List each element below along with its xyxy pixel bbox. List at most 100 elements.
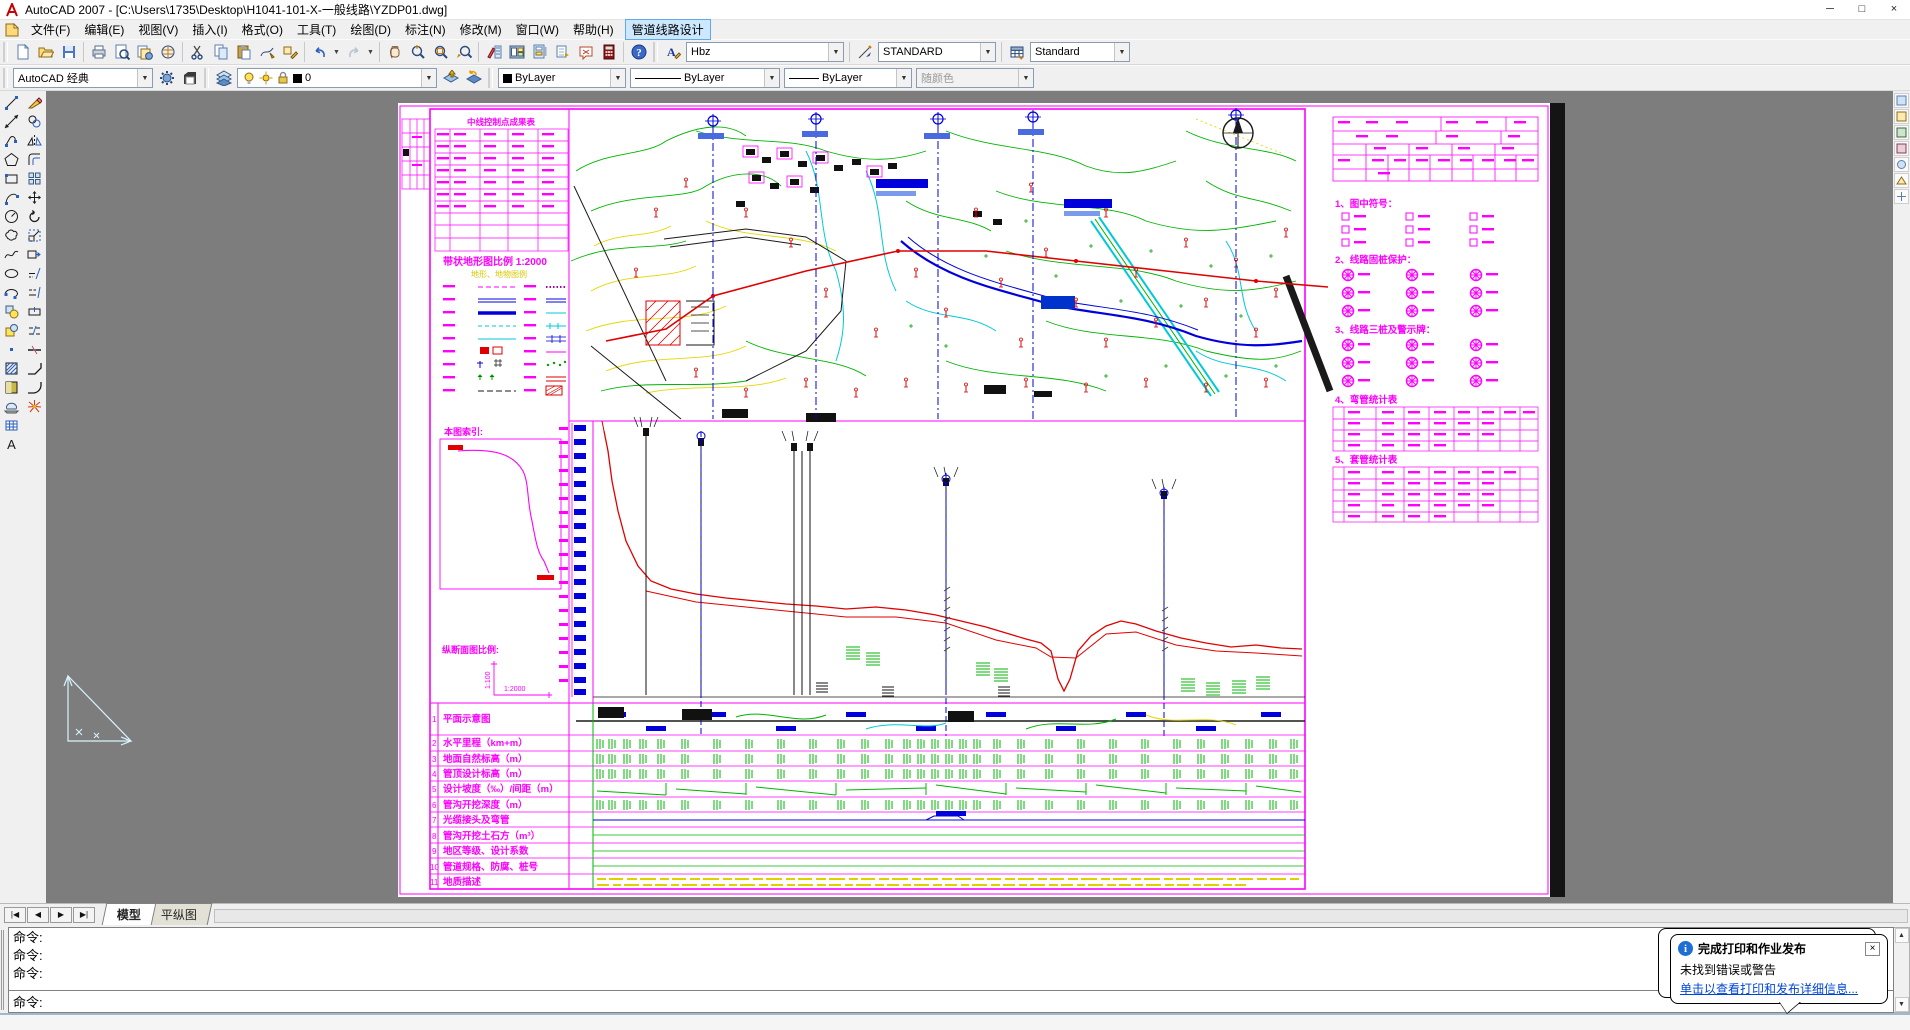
toolbar-grip[interactable] xyxy=(3,42,8,62)
combo-arrow-icon[interactable]: ▼ xyxy=(896,69,911,87)
workspace-settings-button[interactable] xyxy=(155,67,178,90)
make-block-button[interactable] xyxy=(1,321,22,340)
chamfer-button[interactable] xyxy=(24,359,45,378)
match-properties-button[interactable] xyxy=(255,41,278,64)
circle-button[interactable] xyxy=(1,207,22,226)
plot-button[interactable] xyxy=(87,41,110,64)
table-button[interactable] xyxy=(1,416,22,435)
help-button[interactable]: ? xyxy=(627,41,650,64)
color-combo[interactable]: ByLayer ▼ xyxy=(498,68,626,88)
minimize-button[interactable]: ─ xyxy=(1814,0,1846,19)
text-style-button[interactable]: A xyxy=(661,41,684,64)
open-button[interactable] xyxy=(34,41,57,64)
fillet-button[interactable] xyxy=(24,378,45,397)
menu-insert[interactable]: 插入(I) xyxy=(185,19,234,40)
toolbar-grip[interactable] xyxy=(488,68,493,88)
spline-button[interactable] xyxy=(1,245,22,264)
make-object-layer-current-button[interactable] xyxy=(439,67,462,90)
layer-on-bulb-icon[interactable] xyxy=(242,71,256,85)
erase-button[interactable] xyxy=(24,93,45,112)
combo-arrow-icon[interactable]: ▼ xyxy=(980,43,995,61)
horizontal-scrollbar[interactable] xyxy=(214,909,1908,923)
tab-last-button[interactable]: ▶| xyxy=(73,907,95,923)
dock-button-4[interactable] xyxy=(1894,141,1909,156)
sheet-set-manager-button[interactable] xyxy=(551,41,574,64)
offset-button[interactable] xyxy=(24,150,45,169)
toolbar-grip[interactable] xyxy=(3,68,8,88)
paste-button[interactable] xyxy=(232,41,255,64)
save-workspace-button[interactable] xyxy=(178,67,201,90)
copy-button[interactable] xyxy=(24,112,45,131)
properties-button[interactable] xyxy=(482,41,505,64)
command-window-grip[interactable] xyxy=(1,930,7,1010)
scroll-down-icon[interactable]: ▼ xyxy=(1895,997,1909,1012)
command-history[interactable]: 命令: 命令: 命令: xyxy=(9,928,1893,991)
gradient-button[interactable] xyxy=(1,378,22,397)
menu-modify[interactable]: 修改(M) xyxy=(453,19,509,40)
menu-edit[interactable]: 编辑(E) xyxy=(77,19,131,40)
dock-button-6[interactable] xyxy=(1894,173,1909,188)
line-button[interactable] xyxy=(1,93,22,112)
layer-freeze-sun-icon[interactable] xyxy=(259,71,273,85)
undo-button[interactable] xyxy=(308,41,331,64)
tab-first-button[interactable]: |◀ xyxy=(4,907,26,923)
rectangle-button[interactable] xyxy=(1,169,22,188)
ellipse-button[interactable] xyxy=(1,264,22,283)
combo-arrow-icon[interactable]: ▼ xyxy=(610,69,625,87)
linetype-combo[interactable]: ByLayer ▼ xyxy=(630,68,780,88)
notification-details-link[interactable]: 单击以查看打印和发布详细信息... xyxy=(1680,980,1880,997)
combo-arrow-icon[interactable]: ▼ xyxy=(421,69,436,87)
explode-button[interactable] xyxy=(24,397,45,416)
command-input[interactable]: 命令: xyxy=(9,991,1893,1012)
menu-tools[interactable]: 工具(T) xyxy=(290,19,343,40)
designcenter-button[interactable] xyxy=(505,41,528,64)
layer-properties-button[interactable] xyxy=(212,67,235,90)
combo-arrow-icon[interactable]: ▼ xyxy=(137,69,152,87)
block-editor-button[interactable] xyxy=(278,41,301,64)
dim-style-button[interactable] xyxy=(853,41,876,64)
dock-button-2[interactable] xyxy=(1894,109,1909,124)
dock-button-3[interactable] xyxy=(1894,125,1909,140)
move-button[interactable] xyxy=(24,188,45,207)
table-style-combo[interactable]: Standard ▼ xyxy=(1030,42,1130,62)
mtext-button[interactable]: A xyxy=(1,435,22,454)
menu-view[interactable]: 视图(V) xyxy=(131,19,185,40)
zoom-previous-button[interactable] xyxy=(452,41,475,64)
toolbar-grip[interactable] xyxy=(204,68,209,88)
arc-button[interactable] xyxy=(1,188,22,207)
layer-combo[interactable]: 0 ▼ xyxy=(237,68,437,88)
dock-button-1[interactable] xyxy=(1894,93,1909,108)
dim-style-combo[interactable]: STANDARD ▼ xyxy=(878,42,996,62)
close-button[interactable]: × xyxy=(1878,0,1910,19)
point-button[interactable] xyxy=(1,340,22,359)
undo-dropdown[interactable]: ▼ xyxy=(331,41,342,64)
menu-format[interactable]: 格式(O) xyxy=(235,19,290,40)
3d-dwf-button[interactable] xyxy=(156,41,179,64)
layer-lock-icon[interactable] xyxy=(276,71,290,85)
extend-button[interactable] xyxy=(24,283,45,302)
dock-button-7[interactable] xyxy=(1894,189,1909,204)
markup-button[interactable] xyxy=(574,41,597,64)
combo-arrow-icon[interactable]: ▼ xyxy=(1114,43,1129,61)
plot-preview-button[interactable] xyxy=(110,41,133,64)
break-button[interactable] xyxy=(24,321,45,340)
workspace-combo[interactable]: AutoCAD 经典 ▼ xyxy=(13,68,153,88)
hatch-button[interactable] xyxy=(1,359,22,378)
rotate-button[interactable] xyxy=(24,207,45,226)
region-button[interactable] xyxy=(1,397,22,416)
redo-dropdown[interactable]: ▼ xyxy=(365,41,376,64)
table-style-button[interactable] xyxy=(1005,41,1028,64)
zoom-window-button[interactable] xyxy=(429,41,452,64)
quickcalc-button[interactable] xyxy=(597,41,620,64)
redo-button[interactable] xyxy=(342,41,365,64)
polygon-button[interactable] xyxy=(1,150,22,169)
maximize-button[interactable]: □ xyxy=(1846,0,1878,19)
tab-model[interactable]: 模型 xyxy=(102,903,157,925)
toolbar-grip[interactable] xyxy=(653,42,658,62)
tab-next-button[interactable]: ▶ xyxy=(50,907,72,923)
scale-button[interactable] xyxy=(24,226,45,245)
command-scrollbar[interactable]: ▲ ▼ xyxy=(1894,927,1910,1013)
trim-button[interactable] xyxy=(24,264,45,283)
combo-arrow-icon[interactable]: ▼ xyxy=(764,69,779,87)
menu-pipeline-design[interactable]: 管道线路设计 xyxy=(625,19,711,40)
